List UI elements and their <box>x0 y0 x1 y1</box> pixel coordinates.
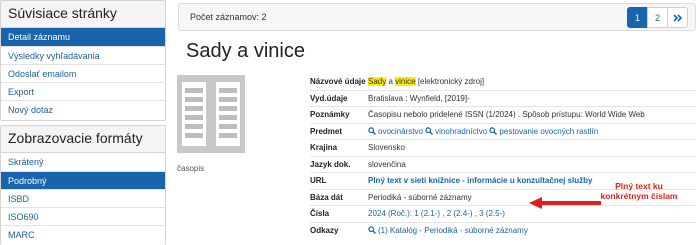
record-detail-table: Názvové údaje Sady a vinice [elektronick… <box>310 74 696 239</box>
publication-value: Bratislava : Wynfield, [2019]- <box>368 93 470 103</box>
related-pages-heading: Súvisiace stránky <box>1 1 165 28</box>
format-iso690[interactable]: ISO690 <box>1 207 165 225</box>
field-label: Predmet <box>310 126 343 136</box>
record-row-language: Jazyk dok. slovenčina <box>310 157 696 173</box>
red-arrow-icon <box>529 197 601 209</box>
search-icon <box>489 127 498 135</box>
subject-link[interactable]: pestovanie ovocných rastlín <box>499 127 598 136</box>
related-pages-panel: Súvisiace stránky Detail záznamu Výsledk… <box>0 0 166 121</box>
nav-send-email[interactable]: Odoslať emailom <box>1 64 165 82</box>
field-label: Čísla <box>310 209 330 219</box>
field-label: Vyd.údaje <box>310 93 348 103</box>
record-row-country: Krajina Slovensko <box>310 140 696 157</box>
related-pages-list: Detail záznamu Výsledky vyhľadávania Odo… <box>1 28 165 118</box>
subject-link[interactable]: vinohradníctvo <box>435 127 487 136</box>
highlighted-term: Sady <box>368 77 387 87</box>
next-page-button[interactable] <box>667 7 688 28</box>
page-1-button[interactable]: 1 <box>627 7 648 28</box>
field-label: Názvové údaje <box>310 77 366 87</box>
fulltext-link[interactable]: Plný text v sieti knižnice - informácie … <box>368 176 593 185</box>
references-value: (1) Katalóg - Periodiká - súborné záznam… <box>368 226 528 235</box>
issues-links[interactable]: 2024 (Roč.): 1 (2.1-) , 2 (2.4-) , 3 (2.… <box>368 209 505 218</box>
subjects-value: ovocinárstvo vinohradníctvo pestovanie o… <box>368 127 598 136</box>
results-bar: Počet záznamov: 2 1 2 <box>178 3 696 31</box>
display-formats-list: Skrátený Podrobný ISBD ISO690 MARC <box>1 153 165 243</box>
nav-export[interactable]: Export <box>1 82 165 100</box>
search-icon <box>425 127 434 135</box>
display-formats-panel: Zobrazovacie formáty Skrátený Podrobný I… <box>0 125 166 245</box>
record-row-subjects: Predmet ovocinárstvo vinohradníctvo pest… <box>310 124 696 140</box>
record-count: Počet záznamov: 2 <box>190 12 267 22</box>
format-short[interactable]: Skrátený <box>1 153 165 171</box>
document-type-caption: časopis <box>177 164 205 173</box>
format-marc[interactable]: MARC <box>1 225 165 243</box>
format-detailed[interactable]: Podrobný <box>1 171 165 189</box>
field-label: URL <box>310 176 327 186</box>
nav-search-results[interactable]: Výsledky vyhľadávania <box>1 46 165 64</box>
display-formats-heading: Zobrazovacie formáty <box>1 126 165 153</box>
record-row-publication: Vyd.údaje Bratislava : Wynfield, [2019]- <box>310 91 696 107</box>
periodical-icon <box>177 75 245 153</box>
format-isbd[interactable]: ISBD <box>1 189 165 207</box>
subject-link[interactable]: ovocinárstvo <box>378 127 423 136</box>
language-value: slovenčina <box>368 159 406 169</box>
highlighted-term: vinice <box>395 77 416 87</box>
record-row-references: Odkazy (1) Katalóg - Periodiká - súborné… <box>310 223 696 240</box>
page-title: Sady a vinice <box>186 40 305 62</box>
record-row-title: Názvové údaje Sady a vinice [elektronick… <box>310 74 696 91</box>
title-value: Sady a vinice [elektronický zdroj] <box>368 77 485 87</box>
field-label: Jazyk dok. <box>310 159 351 169</box>
page-2-button[interactable]: 2 <box>647 7 668 28</box>
field-label: Krajina <box>310 143 338 153</box>
field-label: Odkazy <box>310 226 339 236</box>
field-label: Báza dát <box>310 192 343 202</box>
double-chevron-right-icon <box>673 13 682 22</box>
reference-link[interactable]: (1) Katalóg - Periodiká - súborné záznam… <box>378 226 528 235</box>
record-row-notes: Poznámky Časopisu nebolo pridelené ISSN … <box>310 107 696 124</box>
record-row-issues: Čísla 2024 (Roč.): 1 (2.1-) , 2 (2.4-) ,… <box>310 206 696 223</box>
database-value: Periodiká - súborné záznamy <box>368 192 472 202</box>
pagination: 1 2 <box>627 7 688 28</box>
annotation-line: Plný text ku <box>615 181 663 191</box>
search-icon <box>368 127 376 135</box>
field-label: Poznámky <box>310 110 350 120</box>
nav-new-query[interactable]: Nový dotaz <box>1 100 165 118</box>
notes-value: Časopisu nebolo pridelené ISSN (1/2024) … <box>368 110 645 120</box>
country-value: Slovensko <box>368 143 405 153</box>
nav-record-detail[interactable]: Detail záznamu <box>1 28 165 46</box>
search-icon <box>368 226 376 235</box>
